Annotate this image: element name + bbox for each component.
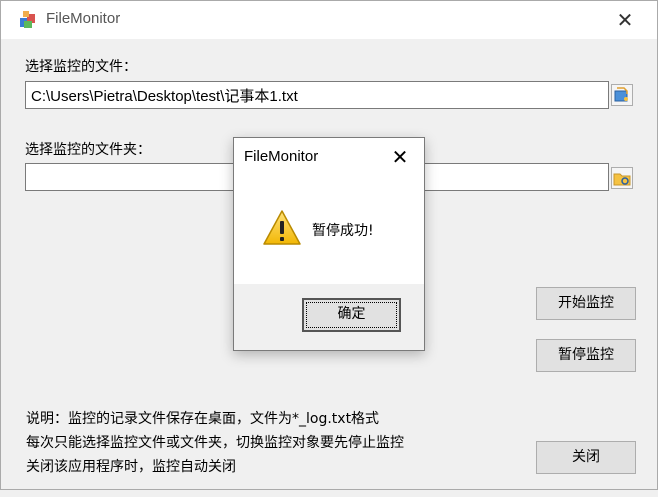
info-line-2: 每次只能选择监控文件或文件夹，切换监控对象要先停止监控 — [26, 435, 404, 451]
file-label: 选择监控的文件： — [25, 59, 137, 75]
close-window-icon[interactable]: ✕ — [611, 7, 639, 33]
background-window-fragment — [0, 490, 658, 497]
dialog-title-bar: FileMonitor ✕ — [234, 138, 424, 176]
open-file-icon — [614, 87, 628, 102]
folder-search-icon — [613, 173, 631, 186]
info-line-1: 说明：监控的记录文件保存在桌面，文件为*_log.txt格式 — [26, 411, 380, 427]
browse-folder-button[interactable] — [611, 167, 633, 189]
app-icon — [18, 10, 38, 30]
title-bar: FileMonitor ✕ — [1, 1, 657, 39]
dialog-title: FileMonitor — [244, 148, 319, 165]
file-path-field[interactable]: C:\Users\Pietra\Desktop\test\记事本1.txt — [25, 81, 609, 109]
dialog-body: 暂停成功! — [234, 176, 424, 284]
ok-button[interactable]: 确定 — [302, 298, 401, 332]
message-dialog: FileMonitor ✕ 暂停成功! 确定 — [233, 137, 425, 351]
warning-icon — [262, 209, 302, 247]
folder-label: 选择监控的文件夹： — [25, 142, 151, 158]
browse-file-button[interactable] — [611, 84, 633, 106]
window-title: FileMonitor — [46, 10, 121, 27]
pause-monitor-button[interactable]: 暂停监控 — [536, 339, 636, 372]
info-line-3: 关闭该应用程序时，监控自动关闭 — [26, 459, 236, 475]
dialog-message: 暂停成功! — [312, 223, 374, 239]
start-monitor-button[interactable]: 开始监控 — [536, 287, 636, 320]
dialog-close-icon[interactable]: ✕ — [388, 144, 412, 170]
close-button[interactable]: 关闭 — [536, 441, 636, 474]
